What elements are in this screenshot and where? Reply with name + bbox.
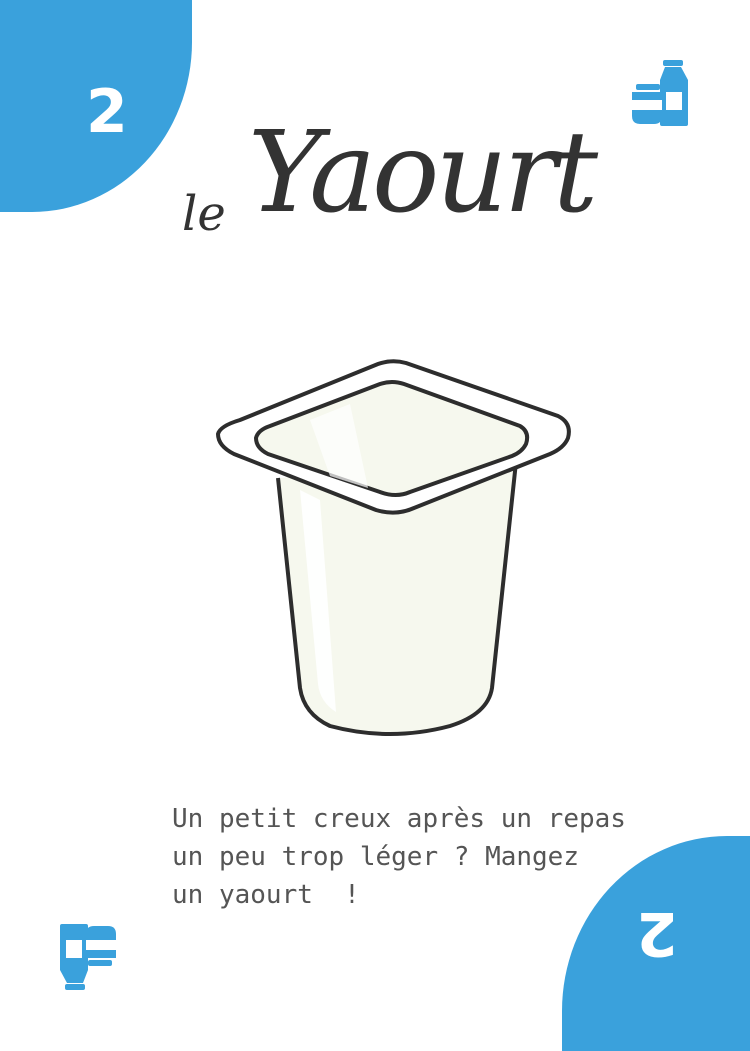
description-line: un peu trop léger ? Mangez	[172, 842, 579, 872]
description-line: un yaourt !	[172, 880, 360, 910]
game-card: 2 2 le Yaourt Un petit creux après un re	[0, 0, 750, 1051]
card-title: le Yaourt	[0, 0, 750, 300]
title-word: Yaourt	[248, 108, 598, 238]
title-article: le	[182, 186, 226, 242]
dairy-icon	[60, 924, 116, 990]
card-description: Un petit creux après un repas un peu tro…	[172, 800, 632, 914]
card-number-bottom: 2	[636, 898, 678, 968]
yogurt-cup-illustration	[216, 359, 571, 736]
description-line: Un petit creux après un repas	[172, 804, 626, 834]
